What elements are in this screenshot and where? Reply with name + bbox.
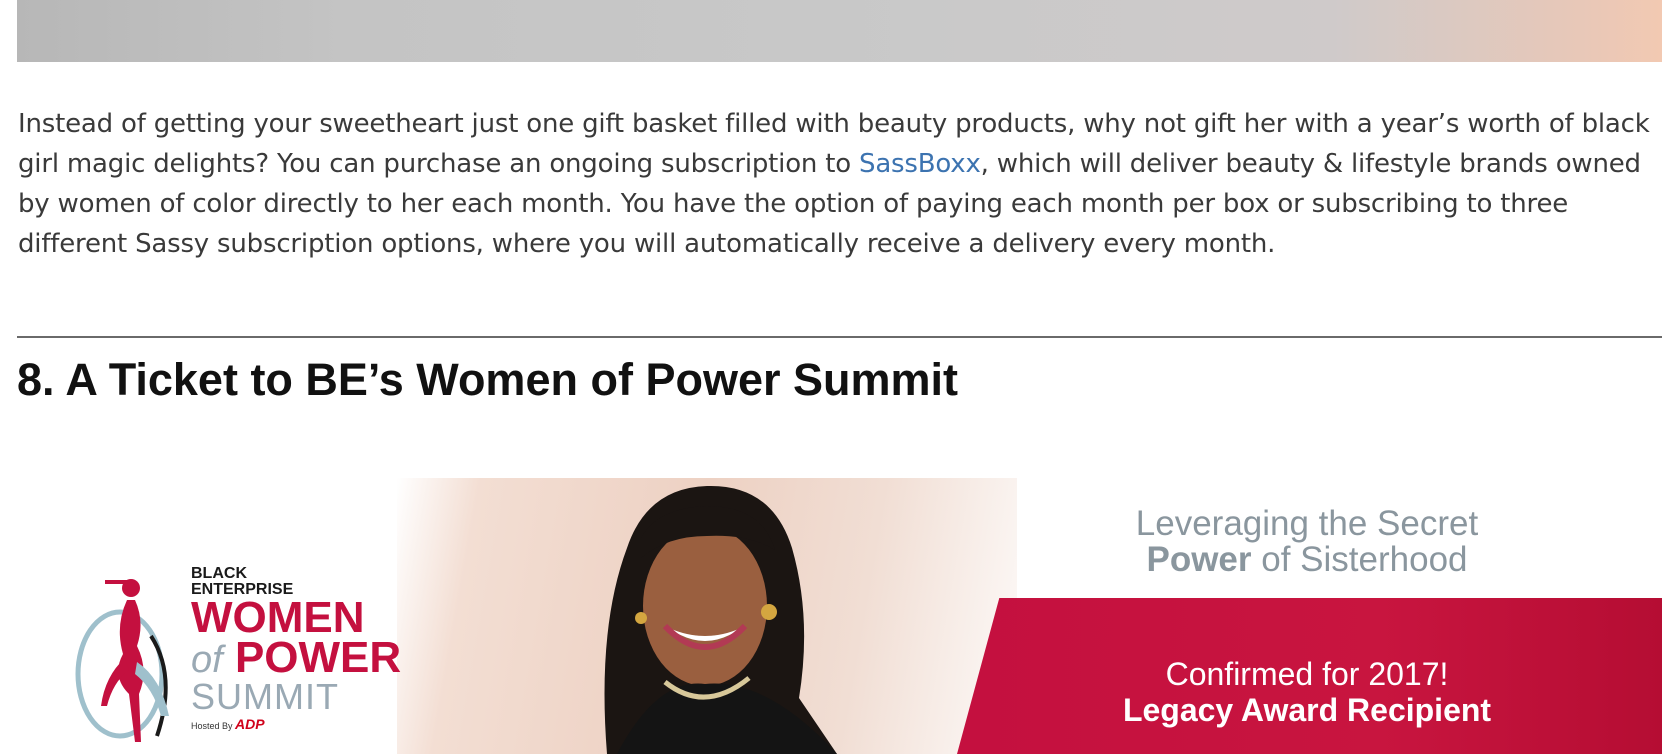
summit-logo: BLACK ENTERPRISE WOMEN of POWER SUMMIT H…	[191, 565, 401, 733]
sassboxx-link[interactable]: SassBoxx	[859, 149, 981, 179]
award-text: Legacy Award Recipient	[1122, 692, 1492, 728]
confirmed-text: Confirmed for 2017!	[1165, 656, 1449, 692]
top-image-banner	[17, 0, 1662, 62]
logo-of-power: of POWER	[191, 636, 401, 681]
honoree-photo	[604, 485, 837, 754]
logo-of: of	[191, 639, 223, 681]
hosted-by-label: Hosted By	[191, 721, 233, 731]
logo-summit: SUMMIT	[191, 676, 339, 717]
headline-rest: of Sisterhood	[1251, 540, 1468, 579]
logo-women: WOMEN	[191, 593, 365, 642]
summit-promo-image: BLACK ENTERPRISE WOMEN of POWER SUMMIT H…	[17, 478, 1662, 754]
logo-hosted-by: Hosted By ADP	[191, 716, 401, 732]
promo-headline: Leveraging the Secret Power of Sisterhood	[1027, 506, 1587, 578]
headline-power: Power	[1146, 540, 1252, 579]
sponsor-logo: ADP	[235, 716, 265, 732]
logo-black: BLACK	[191, 565, 247, 582]
article-paragraph: Instead of getting your sweetheart just …	[18, 104, 1662, 264]
logo-power: POWER	[234, 633, 402, 682]
runner-figure-icon	[75, 579, 169, 742]
section-heading: 8. A Ticket to BE’s Women of Power Summi…	[17, 354, 959, 405]
section-divider	[17, 336, 1662, 338]
headline-line-1: Leveraging the Secret	[1135, 504, 1479, 543]
